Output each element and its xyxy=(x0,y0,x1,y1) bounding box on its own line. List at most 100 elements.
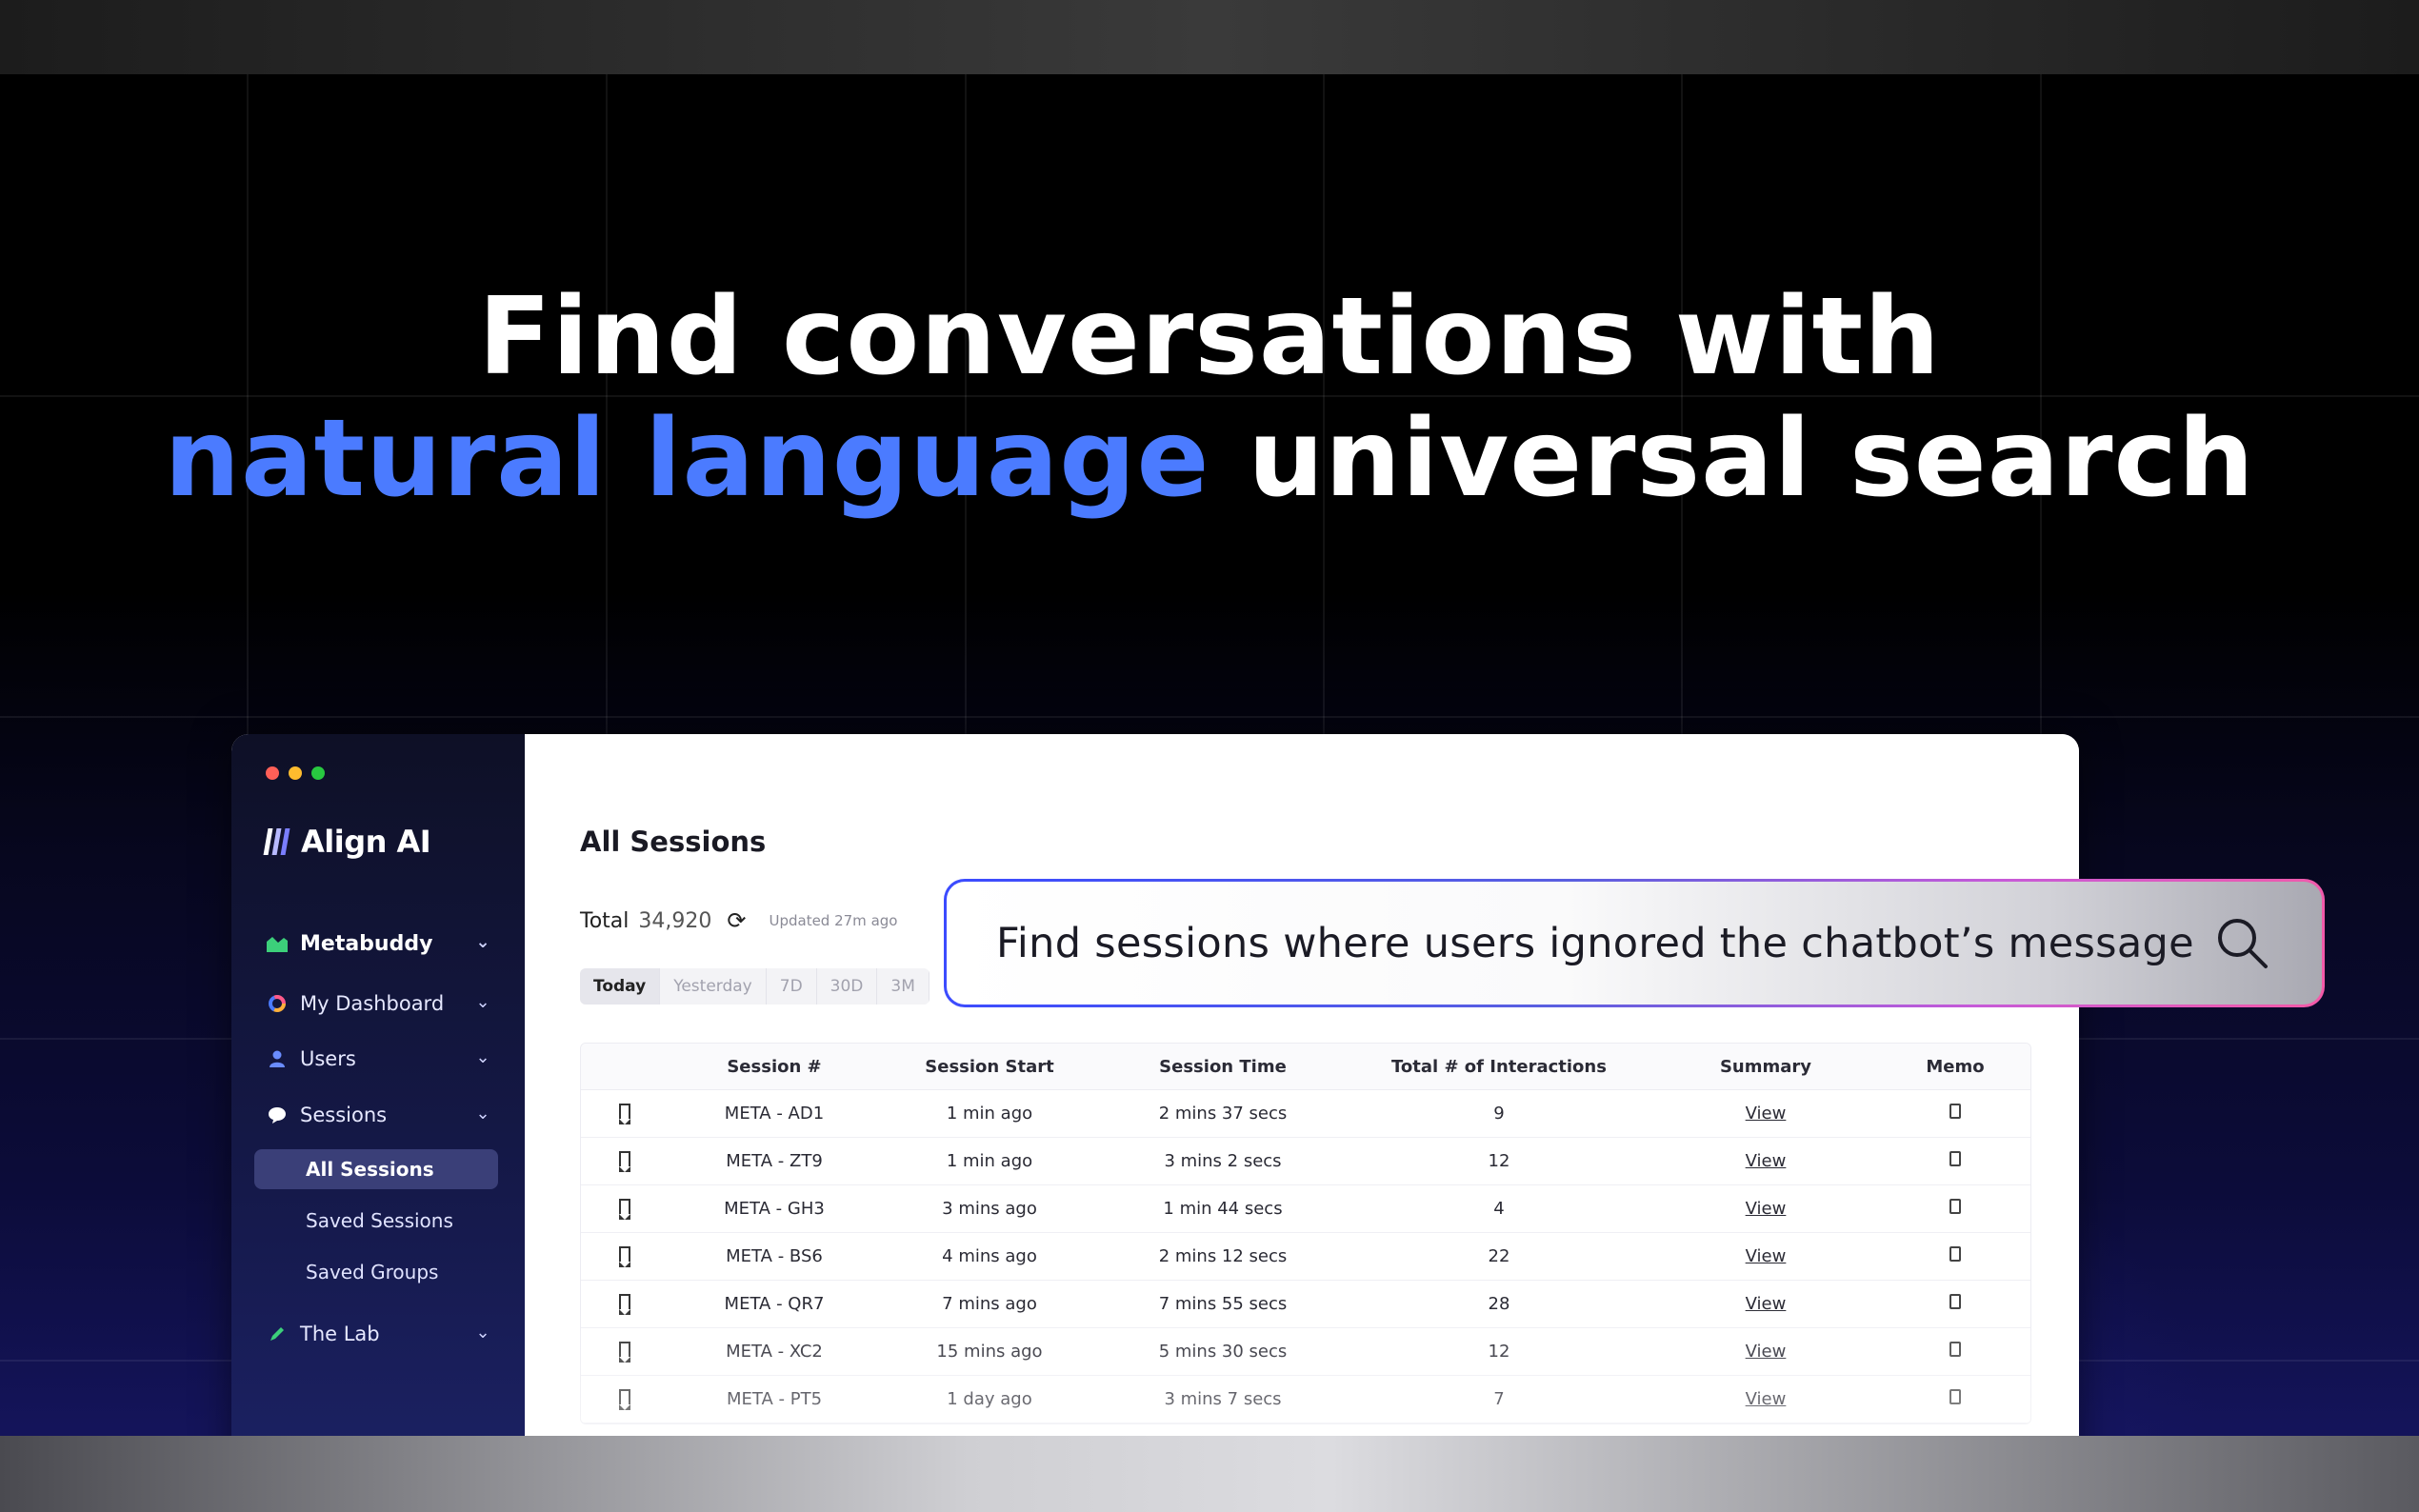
memo-cell xyxy=(1880,1246,2030,1266)
bookmark-icon[interactable] xyxy=(619,1246,630,1267)
column-header[interactable]: Session # xyxy=(669,1057,880,1077)
bookmark-icon[interactable] xyxy=(619,1342,630,1363)
chevron-down-icon: ⌄ xyxy=(475,1323,490,1343)
session-start: 1 day ago xyxy=(947,1389,1032,1409)
sidebar-item-sessions[interactable]: Sessions ⌄ xyxy=(266,1096,494,1134)
bookmark-icon[interactable] xyxy=(619,1199,630,1220)
chevron-down-icon: ⌄ xyxy=(475,1047,490,1067)
refresh-icon[interactable]: ⟳ xyxy=(727,907,746,934)
bookmark-icon[interactable] xyxy=(619,1151,630,1172)
range-tab[interactable]: 7D xyxy=(767,968,817,1005)
table-row[interactable]: META - AD1 1 min ago 2 mins 37 secs 9 View xyxy=(581,1090,2030,1138)
search-query: Find sessions where users ignored the ch… xyxy=(996,919,2194,967)
bookmark-cell xyxy=(581,1151,669,1172)
session-start: 15 mins ago xyxy=(936,1342,1043,1362)
table-row[interactable]: META - QR7 7 mins ago 7 mins 55 secs 28 View xyxy=(581,1281,2030,1328)
table-row[interactable]: META - GH3 3 mins ago 1 min 44 secs 4 View xyxy=(581,1185,2030,1233)
table-row[interactable]: META - ZT9 1 min ago 3 mins 2 secs 12 View xyxy=(581,1138,2030,1185)
sidebar-item-users[interactable]: Users ⌄ xyxy=(266,1040,494,1078)
brand-name: Align AI xyxy=(301,824,431,860)
memo-cell xyxy=(1880,1294,2030,1314)
summary-view-link[interactable]: View xyxy=(1651,1389,1880,1409)
summary-view-link[interactable]: View xyxy=(1651,1104,1880,1124)
column-header: Memo xyxy=(1926,1056,1985,1077)
memo-cell xyxy=(1880,1389,2030,1409)
chat-bubble-icon xyxy=(266,1104,289,1126)
bookmark-cell xyxy=(581,1199,669,1220)
column-header[interactable]: Total # of Interactions xyxy=(1347,1057,1651,1077)
bookmark-cell xyxy=(581,1294,669,1315)
summary-view-link[interactable]: View xyxy=(1651,1294,1880,1314)
sidebar-subitem-all-sessions[interactable]: All Sessions xyxy=(254,1149,498,1189)
memo-icon[interactable] xyxy=(1949,1342,1961,1357)
bookmark-cell xyxy=(581,1104,669,1124)
range-tab[interactable]: 30D xyxy=(817,968,878,1005)
memo-icon[interactable] xyxy=(1949,1294,1961,1309)
session-id: META - BS6 xyxy=(726,1246,823,1266)
total-value: 34,920 xyxy=(638,908,712,933)
chart-icon xyxy=(266,932,289,955)
table-row[interactable]: META - BS6 4 mins ago 2 mins 12 secs 22 View xyxy=(581,1233,2030,1281)
session-time: 7 mins 55 secs xyxy=(1158,1294,1288,1314)
date-range-tabs: Today Yesterday 7D 30D 3M xyxy=(580,968,930,1005)
project-selector[interactable]: Metabuddy ⌄ xyxy=(266,925,494,963)
bookmark-icon[interactable] xyxy=(619,1104,630,1124)
search-icon[interactable] xyxy=(2212,913,2271,972)
session-time: 3 mins 7 secs xyxy=(1164,1389,1282,1409)
bookmark-icon[interactable] xyxy=(619,1294,630,1315)
bookmark-icon[interactable] xyxy=(619,1389,630,1410)
brand[interactable]: Align AI xyxy=(263,824,431,860)
search-input[interactable]: Find sessions where users ignored the ch… xyxy=(947,882,2322,1005)
sidebar-item-dashboard[interactable]: My Dashboard ⌄ xyxy=(266,985,494,1023)
sidebar-subitem-saved-groups[interactable]: Saved Groups xyxy=(254,1252,498,1292)
sidebar-item-the-lab[interactable]: The Lab ⌄ xyxy=(266,1315,494,1353)
align-logo-icon xyxy=(263,828,290,855)
session-id: META - GH3 xyxy=(724,1199,825,1219)
maximize-dot[interactable] xyxy=(311,766,325,780)
column-header: Summary xyxy=(1719,1056,1812,1077)
table-row[interactable]: META - XC2 15 mins ago 5 mins 30 secs 12 Vie… xyxy=(581,1328,2030,1376)
range-tab[interactable]: Yesterday xyxy=(660,968,767,1005)
session-id: META - AD1 xyxy=(724,1104,825,1124)
bookmark-cell xyxy=(581,1246,669,1267)
main-content: All Sessions Total 34,920 ⟳ Updated 27m … xyxy=(525,734,2079,1496)
minimize-dot[interactable] xyxy=(289,766,302,780)
sidebar-subitem-saved-sessions[interactable]: Saved Sessions xyxy=(254,1201,498,1241)
memo-icon[interactable] xyxy=(1949,1199,1961,1214)
memo-cell xyxy=(1880,1151,2030,1171)
hero-stage: Find conversations with natural language… xyxy=(0,0,2419,1512)
top-bar xyxy=(0,0,2419,74)
app-window: Align AI Metabuddy ⌄ My Dashboard ⌄ User… xyxy=(231,734,2079,1496)
universal-search-bar[interactable]: Find sessions where users ignored the ch… xyxy=(944,879,2325,1007)
summary-view-link[interactable]: View xyxy=(1651,1151,1880,1171)
summary-view-link[interactable]: View xyxy=(1651,1199,1880,1219)
bookmark-cell xyxy=(581,1342,669,1363)
hero-headline: Find conversations with natural language… xyxy=(0,276,2419,520)
interaction-count: 28 xyxy=(1488,1294,1510,1314)
sidebar-item-label: The Lab xyxy=(300,1323,380,1345)
memo-cell xyxy=(1880,1342,2030,1362)
chevron-down-icon: ⌄ xyxy=(475,992,490,1012)
memo-icon[interactable] xyxy=(1949,1151,1961,1166)
session-id: META - PT5 xyxy=(726,1389,823,1409)
column-header[interactable]: Session Time xyxy=(1099,1057,1347,1077)
interaction-count: 12 xyxy=(1488,1342,1510,1362)
summary-view-link[interactable]: View xyxy=(1651,1342,1880,1362)
bookmark-cell xyxy=(581,1389,669,1410)
session-time: 2 mins 37 secs xyxy=(1158,1104,1288,1124)
table-row[interactable]: META - PT5 1 day ago 3 mins 7 secs 7 View xyxy=(581,1376,2030,1423)
column-header[interactable]: Session Start xyxy=(880,1057,1099,1077)
memo-cell xyxy=(1880,1104,2030,1124)
session-id: META - QR7 xyxy=(724,1294,825,1314)
updated-timestamp: Updated 27m ago xyxy=(769,912,898,929)
memo-icon[interactable] xyxy=(1949,1389,1961,1404)
window-controls xyxy=(266,766,325,780)
session-time: 2 mins 12 secs xyxy=(1158,1246,1288,1266)
summary-view-link[interactable]: View xyxy=(1651,1246,1880,1266)
memo-icon[interactable] xyxy=(1949,1246,1961,1262)
close-dot[interactable] xyxy=(266,766,279,780)
range-tab[interactable]: 3M xyxy=(877,968,930,1005)
range-tab[interactable]: Today xyxy=(580,968,661,1005)
memo-icon[interactable] xyxy=(1949,1104,1961,1119)
sidebar-item-label: Users xyxy=(300,1047,356,1070)
